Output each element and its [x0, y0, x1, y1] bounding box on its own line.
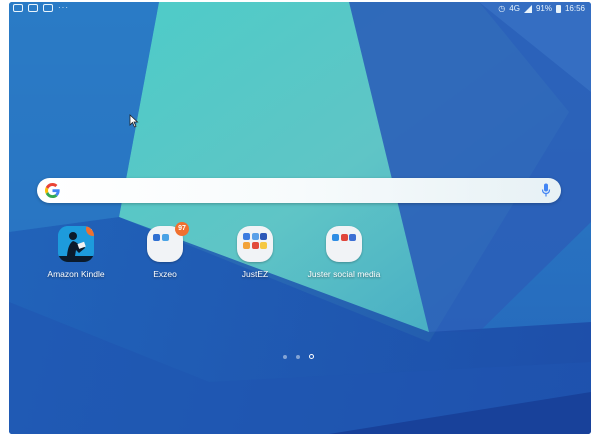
page-indicator [283, 354, 314, 359]
app-label: Amazon Kindle [47, 269, 105, 279]
device-frame: ··· ◷ 4G 91% 16:56 1 Amazon Kindle 97 Ex… [0, 0, 600, 436]
notification-area: ··· [13, 4, 69, 12]
notification-badge: 97 [175, 222, 189, 236]
notification-icon [28, 4, 38, 12]
mini-app-icon [251, 242, 259, 249]
battery-percent: 91% [535, 4, 552, 13]
mini-app-icon [162, 234, 169, 241]
mini-app-icon [260, 242, 267, 249]
more-notifications-icon: ··· [58, 3, 69, 12]
page-dot[interactable] [296, 354, 300, 359]
signal-icon [523, 5, 532, 13]
mini-app-icon [243, 242, 250, 249]
system-status: ◷ 4G 91% 16:56 [498, 4, 585, 14]
mini-app-icon [332, 234, 339, 241]
page-dot-active[interactable] [309, 354, 314, 359]
mouse-pointer-icon [129, 114, 139, 128]
status-bar: ··· ◷ 4G 91% 16:56 [9, 2, 591, 16]
clock: 16:56 [564, 4, 585, 13]
google-g-icon [45, 183, 60, 198]
mini-app-icon [340, 234, 348, 241]
folder-juster-social-media[interactable]: Juster social media [299, 226, 389, 279]
kindle-icon: 1 [58, 226, 94, 262]
folder-icon [237, 226, 273, 262]
folder-justez[interactable]: JustEZ [210, 226, 300, 279]
page-dot[interactable] [283, 354, 287, 359]
google-search-bar[interactable] [37, 178, 561, 203]
mini-app-icon [349, 234, 356, 241]
app-label: JustEZ [241, 269, 269, 279]
wallpaper [9, 2, 591, 434]
notification-icon [13, 4, 23, 12]
app-amazon-kindle[interactable]: 1 Amazon Kindle [31, 226, 121, 279]
app-label: Juster social media [307, 269, 381, 279]
app-label: Exzeo [153, 269, 177, 279]
folder-exzeo[interactable]: 97 Exzeo [120, 222, 210, 279]
mini-app-icon [153, 234, 160, 241]
network-type: 4G [509, 4, 520, 13]
mini-app-icon [260, 233, 267, 240]
mini-app-icon [243, 233, 250, 240]
mini-app-icon [251, 233, 259, 240]
battery-icon [555, 5, 561, 13]
notification-icon [43, 4, 53, 12]
alarm-icon: ◷ [498, 4, 506, 13]
folder-icon [326, 226, 362, 262]
microphone-icon[interactable] [541, 183, 551, 198]
home-screen: ··· ◷ 4G 91% 16:56 1 Amazon Kindle 97 Ex… [9, 2, 591, 434]
folder-icon: 97 [147, 222, 189, 262]
